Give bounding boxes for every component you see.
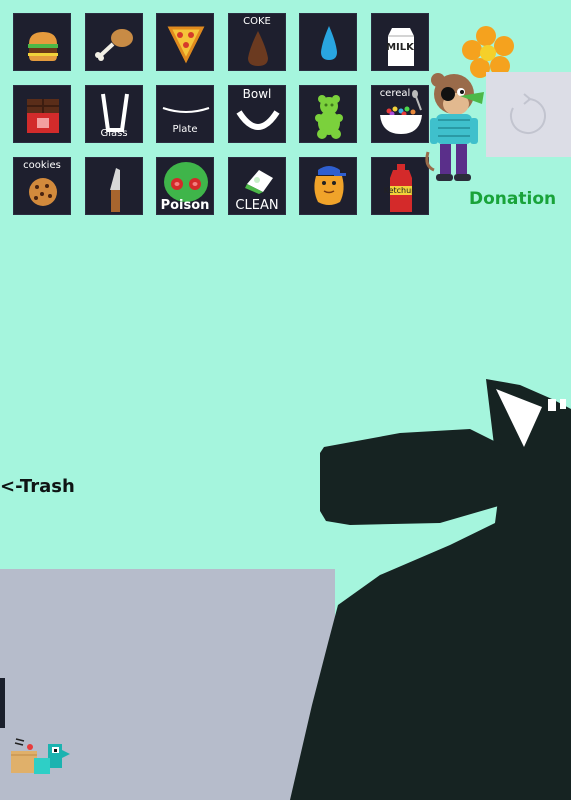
item-clean[interactable]: CLEAN bbox=[228, 157, 286, 215]
pizza-icon bbox=[167, 26, 205, 64]
gummy-bear-icon bbox=[315, 95, 343, 139]
chicken-leg-icon bbox=[95, 29, 133, 61]
trash-bin-icon bbox=[0, 678, 5, 728]
item-ketchup[interactable]: Ketchup bbox=[371, 157, 429, 215]
milk-carton-icon bbox=[388, 28, 414, 66]
creature-paw bbox=[320, 429, 502, 525]
glass-icon bbox=[101, 93, 129, 132]
coke-drop-icon bbox=[248, 31, 268, 66]
item-chocolate[interactable] bbox=[13, 85, 71, 143]
water-drop-icon bbox=[321, 26, 337, 60]
donation-label[interactable]: Donation bbox=[469, 189, 556, 209]
item-cereal[interactable]: cereal bbox=[371, 85, 429, 143]
refresh-button[interactable] bbox=[486, 72, 571, 157]
creature[interactable] bbox=[290, 375, 571, 800]
item-gummy-bear[interactable] bbox=[299, 85, 357, 143]
item-coke[interactable]: COKE bbox=[228, 13, 286, 71]
burger-icon bbox=[28, 32, 58, 61]
item-cookies[interactable]: cookies bbox=[13, 157, 71, 215]
bowl-icon bbox=[236, 110, 280, 130]
cookie-icon bbox=[29, 178, 57, 206]
item-water[interactable] bbox=[299, 13, 357, 71]
item-plate[interactable]: Plate bbox=[156, 85, 214, 143]
chocolate-bar-icon bbox=[27, 99, 59, 133]
item-glass[interactable]: Glass bbox=[85, 85, 143, 143]
item-nugget[interactable] bbox=[299, 157, 357, 215]
flower-icon bbox=[462, 26, 514, 78]
refresh-icon bbox=[510, 93, 546, 134]
plate-icon bbox=[162, 107, 210, 113]
clean-sponge-icon bbox=[245, 170, 273, 194]
small-character-icon[interactable] bbox=[34, 744, 70, 776]
cereal-bowl-icon bbox=[380, 90, 422, 134]
item-knife[interactable] bbox=[85, 157, 143, 215]
item-milk[interactable]: MILK bbox=[371, 13, 429, 71]
item-bowl[interactable]: Bowl bbox=[228, 85, 286, 143]
poison-skull-icon bbox=[164, 162, 208, 202]
ketchup-bottle-icon bbox=[390, 164, 412, 212]
item-poison[interactable]: Poison bbox=[156, 157, 214, 215]
item-chicken-leg[interactable] bbox=[85, 13, 143, 71]
item-pizza[interactable] bbox=[156, 13, 214, 71]
knife-icon bbox=[110, 168, 120, 212]
nugget-character-icon bbox=[314, 166, 346, 205]
trash-label: <-Trash bbox=[0, 476, 75, 497]
item-burger[interactable] bbox=[13, 13, 71, 71]
